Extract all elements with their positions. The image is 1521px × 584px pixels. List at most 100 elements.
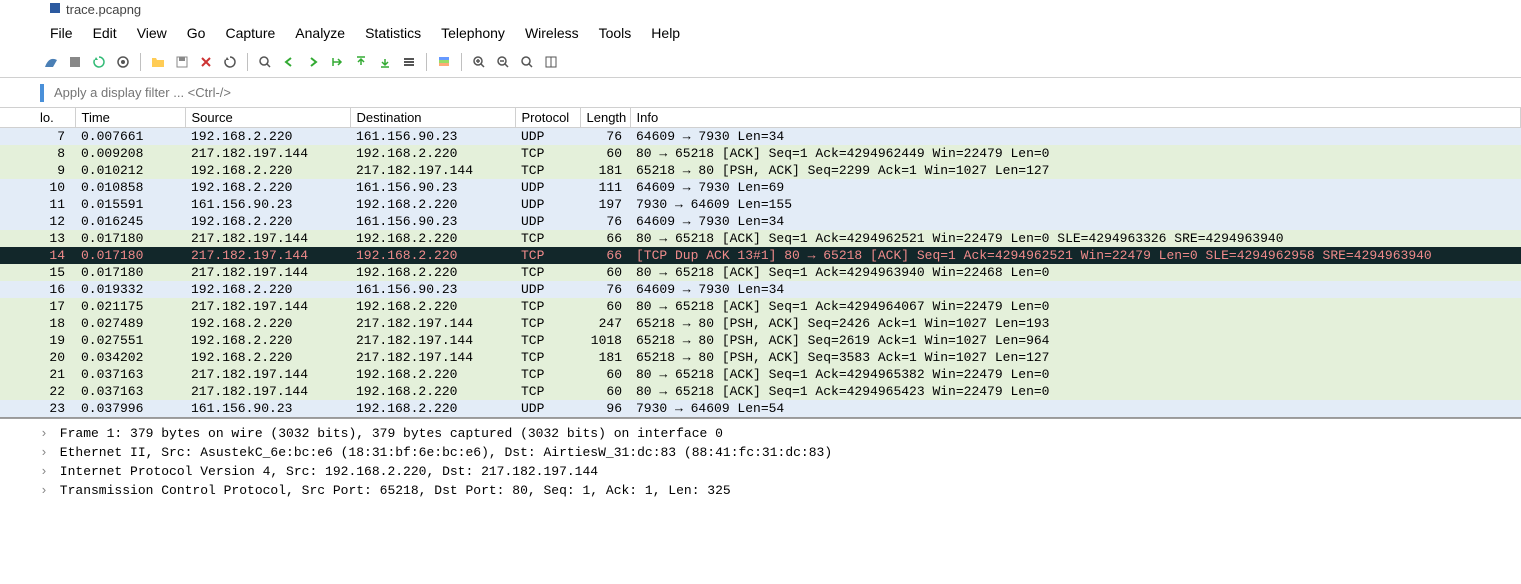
packet-cell: 192.168.2.220: [185, 315, 350, 332]
reload-button[interactable]: [219, 51, 241, 73]
packet-cell: 0.034202: [75, 349, 185, 366]
packet-row[interactable]: 180.027489192.168.2.220217.182.197.144TC…: [0, 315, 1521, 332]
column-header-row[interactable]: lo. Time Source Destination Protocol Len…: [0, 108, 1521, 128]
packet-row[interactable]: 140.017180217.182.197.144192.168.2.220TC…: [0, 247, 1521, 264]
packet-row[interactable]: 210.037163217.182.197.144192.168.2.220TC…: [0, 366, 1521, 383]
col-header-no[interactable]: lo.: [0, 108, 75, 128]
zoom-reset-button[interactable]: [516, 51, 538, 73]
close-file-button[interactable]: [195, 51, 217, 73]
menu-item-go[interactable]: Go: [177, 21, 216, 45]
stop-capture-button[interactable]: [64, 51, 86, 73]
menu-item-capture[interactable]: Capture: [215, 21, 285, 45]
packet-cell: 80 → 65218 [ACK] Seq=1 Ack=4294962449 Wi…: [630, 145, 1521, 162]
packet-cell: UDP: [515, 400, 580, 418]
go-first-packet-button[interactable]: [350, 51, 372, 73]
packet-cell: 192.168.2.220: [350, 383, 515, 400]
menu-item-help[interactable]: Help: [641, 21, 690, 45]
expand-arrow-icon[interactable]: ›: [40, 444, 52, 463]
col-header-protocol[interactable]: Protocol: [515, 108, 580, 128]
packet-cell: 0.016245: [75, 213, 185, 230]
detail-tree-item[interactable]: › Frame 1: 379 bytes on wire (3032 bits)…: [40, 425, 1481, 444]
packet-row[interactable]: 200.034202192.168.2.220217.182.197.144TC…: [0, 349, 1521, 366]
packet-cell: 192.168.2.220: [185, 162, 350, 179]
packet-cell: 21: [0, 366, 75, 383]
col-header-destination[interactable]: Destination: [350, 108, 515, 128]
restart-capture-button[interactable]: [88, 51, 110, 73]
packet-row[interactable]: 220.037163217.182.197.144192.168.2.220TC…: [0, 383, 1521, 400]
packet-row[interactable]: 100.010858192.168.2.220161.156.90.23UDP1…: [0, 179, 1521, 196]
packet-cell: 0.017180: [75, 264, 185, 281]
packet-row[interactable]: 120.016245192.168.2.220161.156.90.23UDP7…: [0, 213, 1521, 230]
find-packet-button[interactable]: [254, 51, 276, 73]
go-to-packet-button[interactable]: [326, 51, 348, 73]
packet-cell: 217.182.197.144: [185, 383, 350, 400]
packet-row[interactable]: 230.037996161.156.90.23192.168.2.220UDP9…: [0, 400, 1521, 418]
packet-row[interactable]: 130.017180217.182.197.144192.168.2.220TC…: [0, 230, 1521, 247]
packet-cell: 80 → 65218 [ACK] Seq=1 Ack=4294964067 Wi…: [630, 298, 1521, 315]
open-file-button[interactable]: [147, 51, 169, 73]
packet-cell: [TCP Dup ACK 13#1] 80 → 65218 [ACK] Seq=…: [630, 247, 1521, 264]
menu-item-tools[interactable]: Tools: [589, 21, 642, 45]
packet-cell: TCP: [515, 383, 580, 400]
menu-item-view[interactable]: View: [127, 21, 177, 45]
expand-arrow-icon[interactable]: ›: [40, 425, 52, 444]
menu-item-analyze[interactable]: Analyze: [285, 21, 355, 45]
save-button[interactable]: [171, 51, 193, 73]
menu-item-telephony[interactable]: Telephony: [431, 21, 515, 45]
display-filter-input[interactable]: [48, 82, 1481, 103]
packet-cell: TCP: [515, 145, 580, 162]
packet-cell: 8: [0, 145, 75, 162]
packet-cell: 19: [0, 332, 75, 349]
packet-cell: 217.182.197.144: [350, 332, 515, 349]
packet-cell: 0.037996: [75, 400, 185, 418]
capture-options-button[interactable]: [112, 51, 134, 73]
zoom-in-button[interactable]: [468, 51, 490, 73]
menu-item-wireless[interactable]: Wireless: [515, 21, 589, 45]
detail-tree-item[interactable]: › Internet Protocol Version 4, Src: 192.…: [40, 463, 1481, 482]
packet-cell: 192.168.2.220: [350, 196, 515, 213]
packet-cell: TCP: [515, 298, 580, 315]
packet-row[interactable]: 160.019332192.168.2.220161.156.90.23UDP7…: [0, 281, 1521, 298]
packet-cell: 192.168.2.220: [185, 128, 350, 146]
col-header-time[interactable]: Time: [75, 108, 185, 128]
packet-row[interactable]: 190.027551192.168.2.220217.182.197.144TC…: [0, 332, 1521, 349]
detail-tree-item[interactable]: › Ethernet II, Src: AsustekC_6e:bc:e6 (1…: [40, 444, 1481, 463]
go-back-button[interactable]: [278, 51, 300, 73]
menu-item-statistics[interactable]: Statistics: [355, 21, 431, 45]
packet-table[interactable]: lo. Time Source Destination Protocol Len…: [0, 108, 1521, 418]
packet-cell: 192.168.2.220: [185, 179, 350, 196]
packet-row[interactable]: 170.021175217.182.197.144192.168.2.220TC…: [0, 298, 1521, 315]
packet-cell: 23: [0, 400, 75, 418]
packet-row[interactable]: 110.015591161.156.90.23192.168.2.220UDP1…: [0, 196, 1521, 213]
expand-arrow-icon[interactable]: ›: [40, 482, 52, 501]
packet-list-pane[interactable]: lo. Time Source Destination Protocol Len…: [0, 108, 1521, 419]
packet-row[interactable]: 80.009208217.182.197.144192.168.2.220TCP…: [0, 145, 1521, 162]
menu-item-edit[interactable]: Edit: [83, 21, 127, 45]
detail-tree-item[interactable]: › Transmission Control Protocol, Src Por…: [40, 482, 1481, 501]
col-header-source[interactable]: Source: [185, 108, 350, 128]
packet-details-pane[interactable]: › Frame 1: 379 bytes on wire (3032 bits)…: [0, 419, 1521, 520]
packet-cell: 65218 → 80 [PSH, ACK] Seq=2619 Ack=1 Win…: [630, 332, 1521, 349]
resize-columns-button[interactable]: [540, 51, 562, 73]
expand-arrow-icon[interactable]: ›: [40, 463, 52, 482]
auto-scroll-button[interactable]: [398, 51, 420, 73]
packet-cell: 7: [0, 128, 75, 146]
packet-cell: 96: [580, 400, 630, 418]
go-forward-button[interactable]: [302, 51, 324, 73]
shark-fin-icon[interactable]: [40, 51, 62, 73]
packet-cell: 65218 → 80 [PSH, ACK] Seq=2426 Ack=1 Win…: [630, 315, 1521, 332]
menu-item-file[interactable]: File: [40, 21, 83, 45]
colorize-button[interactable]: [433, 51, 455, 73]
packet-row[interactable]: 70.007661192.168.2.220161.156.90.23UDP76…: [0, 128, 1521, 146]
packet-row[interactable]: 90.010212192.168.2.220217.182.197.144TCP…: [0, 162, 1521, 179]
packet-row[interactable]: 150.017180217.182.197.144192.168.2.220TC…: [0, 264, 1521, 281]
packet-cell: 192.168.2.220: [350, 145, 515, 162]
zoom-out-button[interactable]: [492, 51, 514, 73]
packet-cell: 0.007661: [75, 128, 185, 146]
packet-cell: 76: [580, 213, 630, 230]
col-header-info[interactable]: Info: [630, 108, 1521, 128]
col-header-length[interactable]: Length: [580, 108, 630, 128]
toolbar-separator: [426, 53, 427, 71]
go-last-packet-button[interactable]: [374, 51, 396, 73]
packet-cell: 7930 → 64609 Len=155: [630, 196, 1521, 213]
